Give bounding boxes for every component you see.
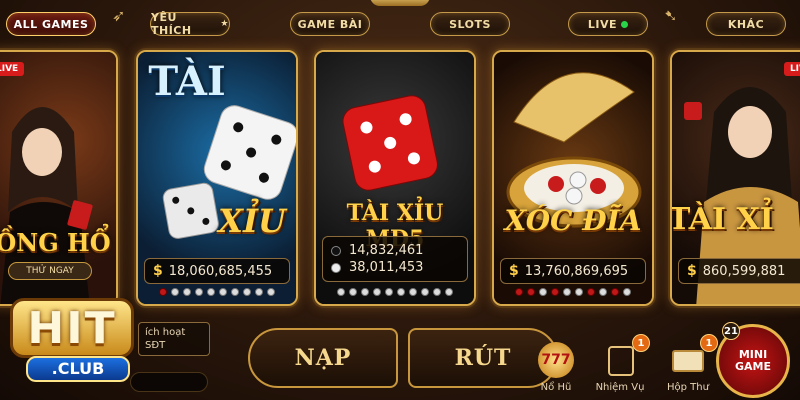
history-dot (515, 288, 523, 296)
history-dot (349, 288, 357, 296)
history-dot (575, 288, 583, 296)
history-dot (219, 288, 227, 296)
logo-hit-text: HIT (10, 298, 134, 358)
history-dots (316, 288, 474, 298)
live-indicator-icon (621, 20, 629, 28)
slot-777-icon: 777 (538, 342, 574, 378)
history-dot (207, 288, 215, 296)
history-dot (159, 288, 167, 296)
history-dot (373, 288, 381, 296)
jackpot-amount: $ 860,599,881 (678, 258, 800, 284)
deposit-button[interactable]: NẠP (248, 328, 398, 388)
activate-text: ích hoạt (145, 327, 186, 338)
history-dot (231, 288, 239, 296)
history-dot (337, 288, 345, 296)
game-title: XÓC ĐĨA (504, 204, 642, 237)
game-title-bottom: XỈU (218, 202, 286, 240)
bet-value: 38,011,453 (349, 260, 424, 275)
history-dot (623, 288, 631, 296)
mailbox-button[interactable]: 1 Hộp Thư (656, 334, 720, 400)
game-card-tai-xiu-live[interactable]: LIV TÀI XỈ $ 860,599,881 (670, 50, 800, 306)
jackpot-amount: $ 13,760,869,695 (500, 258, 646, 284)
game-card-tai-xiu[interactable]: TÀI XỈU $ 18,060,685,455 (136, 50, 298, 306)
tab-label: GAME BÀI (297, 17, 363, 31)
tab-label: LIVE (587, 17, 618, 31)
game-title: ỒNG HỔ (0, 228, 111, 257)
hit-club-logo: HIT .CLUB (0, 288, 150, 400)
history-dot (445, 288, 453, 296)
tab-favorites[interactable]: YÊU THÍCH ★ (150, 11, 230, 37)
jackpot-button[interactable]: 777 Nổ Hũ (524, 336, 588, 400)
white-dot-icon (331, 262, 341, 273)
game-title-top: TÀI (148, 58, 226, 105)
black-dot-icon (331, 245, 341, 256)
tab-label: ALL GAMES (13, 17, 89, 31)
logo-club-text: .CLUB (26, 356, 130, 382)
history-dot (611, 288, 619, 296)
tab-all-games[interactable]: ALL GAMES (6, 12, 96, 36)
game-card-rong-ho[interactable]: LIVE ỒNG HỔ THỬ NGAY (0, 50, 118, 306)
history-dot (171, 288, 179, 296)
tab-label: YÊU THÍCH (151, 11, 192, 37)
history-dot (397, 288, 405, 296)
game-card-tai-xiu-md5[interactable]: TÀI XỈU MD5 14,832,461 38,011,453 (314, 50, 476, 306)
history-dot (539, 288, 547, 296)
tab-game-bai[interactable]: GAME BÀI (290, 12, 370, 36)
history-dot (385, 288, 393, 296)
history-dots (494, 288, 652, 298)
history-dot (243, 288, 251, 296)
try-now-button[interactable]: THỬ NGAY (8, 262, 92, 280)
tab-khac[interactable]: KHÁC (706, 12, 786, 36)
top-nav: ALL GAMES ➶ YÊU THÍCH ★ GAME BÀI SLOTS L… (0, 0, 800, 44)
history-dot (421, 288, 429, 296)
history-dot (195, 288, 203, 296)
live-badge: LIV (783, 62, 800, 76)
history-dot (183, 288, 191, 296)
history-dot (433, 288, 441, 296)
jackpot-amount: $ 18,060,685,455 (144, 258, 290, 284)
star-icon: ★ (220, 19, 229, 29)
history-dot (587, 288, 595, 296)
top-ornament (370, 0, 430, 6)
history-dot (599, 288, 607, 296)
bet-value: 14,832,461 (349, 243, 424, 258)
mini-game-badge: 21 (722, 322, 740, 340)
mailbox-badge: 1 (700, 334, 718, 352)
tab-label: SLOTS (449, 17, 491, 31)
bet-line: 38,011,453 (331, 260, 423, 275)
history-dot (551, 288, 559, 296)
currency-icon: $ (153, 263, 163, 279)
tab-slots[interactable]: SLOTS (430, 12, 510, 36)
jackpot-value: 13,760,869,695 (524, 263, 629, 279)
missions-badge: 1 (632, 334, 650, 352)
jackpot-value: 18,060,685,455 (168, 263, 273, 279)
currency-icon: $ (687, 263, 697, 279)
bet-line: 14,832,461 (331, 243, 423, 258)
jackpot-value: 860,599,881 (702, 263, 786, 279)
history-dot (409, 288, 417, 296)
history-dot (527, 288, 535, 296)
arrow-icon: ➷ (664, 6, 678, 25)
mailbox-label: Hộp Thư (667, 382, 709, 393)
activate-text-2: SĐT (145, 340, 166, 351)
missions-label: Nhiệm Vụ (595, 382, 645, 393)
checklist-icon (608, 346, 634, 376)
live-badge: LIVE (0, 62, 25, 76)
bet-totals: 14,832,461 38,011,453 (322, 236, 468, 282)
game-title: TÀI XỈ (670, 202, 774, 237)
currency-icon: $ (509, 263, 519, 279)
missions-button[interactable]: 1 Nhiệm Vụ (588, 334, 652, 400)
history-dots (138, 288, 296, 298)
arrow-icon: ➶ (112, 6, 126, 25)
tab-label: KHÁC (727, 17, 765, 31)
envelope-icon (672, 350, 704, 372)
jackpot-label: Nổ Hũ (540, 382, 572, 393)
history-dot (255, 288, 263, 296)
tab-live[interactable]: LIVE (568, 12, 648, 36)
history-dot (563, 288, 571, 296)
history-dot (267, 288, 275, 296)
game-card-xoc-dia[interactable]: XÓC ĐĨA $ 13,760,869,695 (492, 50, 654, 306)
history-dot (361, 288, 369, 296)
